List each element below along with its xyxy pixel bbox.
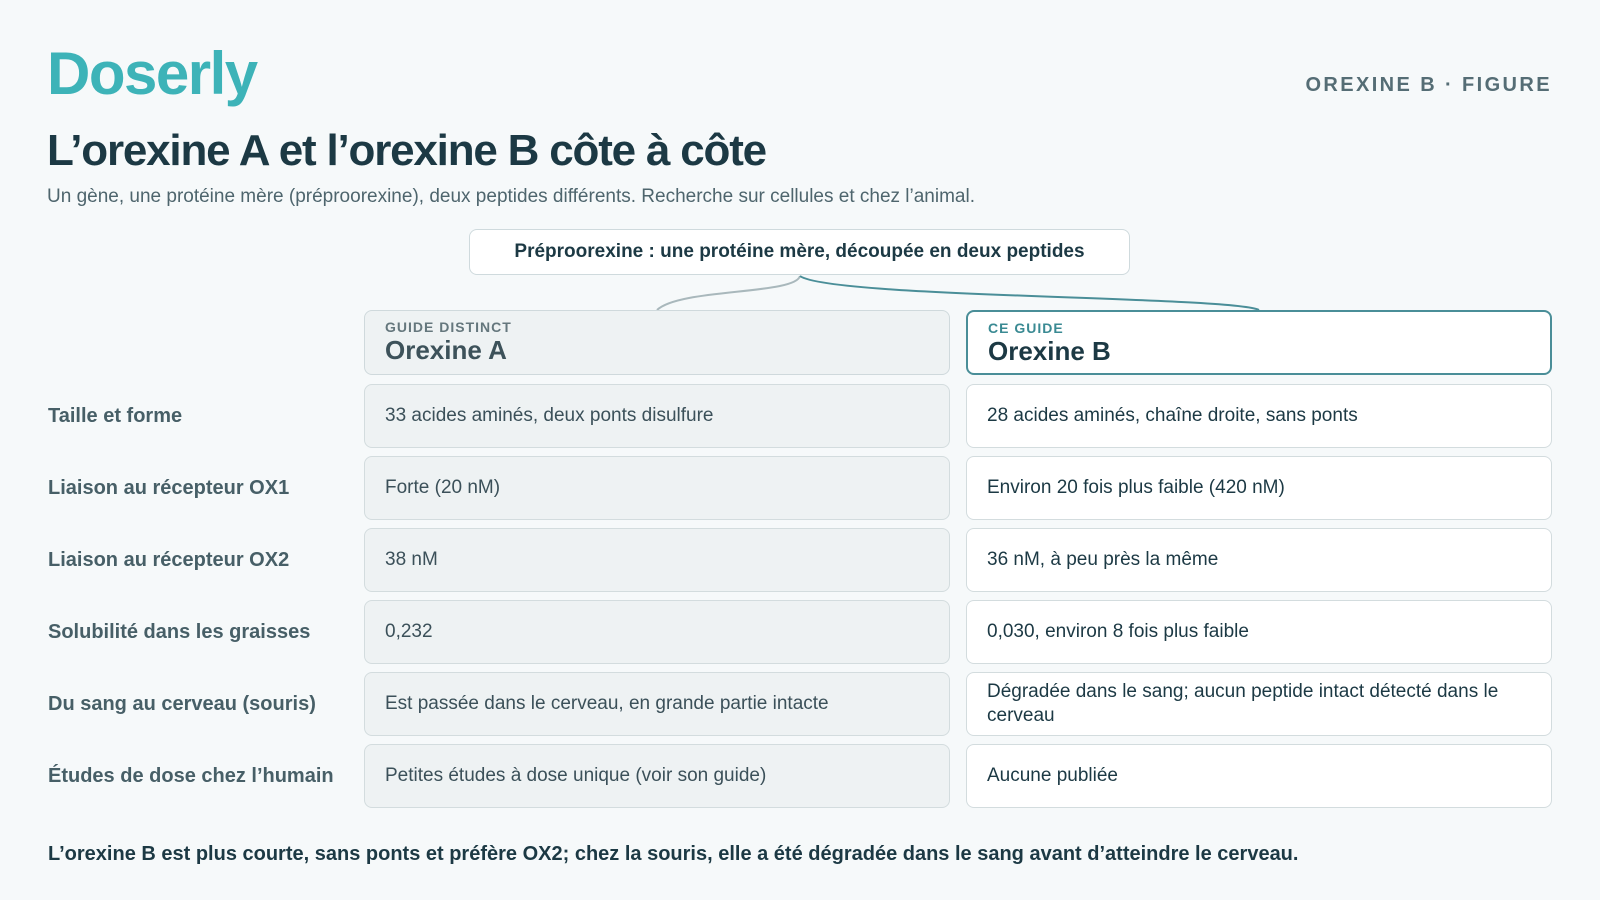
row-label: Solubilité dans les graisses bbox=[48, 621, 311, 643]
row-label: Du sang au cerveau (souris) bbox=[48, 693, 316, 715]
connector-to-orexine-b bbox=[799, 275, 1260, 311]
column-kicker: CE GUIDE bbox=[988, 320, 1064, 336]
cell-orexine-b: 36 nM, à peu près la même bbox=[966, 528, 1552, 592]
cell-orexine-b: 0,030, environ 8 fois plus faible bbox=[966, 600, 1552, 664]
row-label: Taille et forme bbox=[48, 405, 183, 427]
column-header-orexine-a: GUIDE DISTINCT Orexine A bbox=[364, 310, 950, 375]
cell-orexine-a: 0,232 bbox=[364, 600, 950, 664]
conclusion-text: L’orexine B est plus courte, sans ponts … bbox=[48, 843, 1299, 865]
cell-orexine-b: 28 acides aminés, chaîne droite, sans po… bbox=[966, 384, 1552, 448]
connector-to-orexine-a bbox=[656, 275, 801, 311]
column-kicker: GUIDE DISTINCT bbox=[385, 319, 512, 335]
cell-orexine-b: Aucune publiée bbox=[966, 744, 1552, 808]
cell-orexine-a: Est passée dans le cerveau, en grande pa… bbox=[364, 672, 950, 736]
column-header-orexine-b: CE GUIDE Orexine B bbox=[966, 310, 1552, 375]
cell-orexine-a: Petites études à dose unique (voir son g… bbox=[364, 744, 950, 808]
row-label: Liaison au récepteur OX2 bbox=[48, 549, 290, 571]
column-name: Orexine A bbox=[385, 335, 507, 365]
row-label: Liaison au récepteur OX1 bbox=[48, 477, 290, 499]
row-label: Études de dose chez l’humain bbox=[48, 765, 334, 787]
cell-orexine-b: Dégradée dans le sang; aucun peptide int… bbox=[966, 672, 1552, 736]
cell-orexine-a: 33 acides aminés, deux ponts disulfure bbox=[364, 384, 950, 448]
cell-orexine-a: Forte (20 nM) bbox=[364, 456, 950, 520]
column-name: Orexine B bbox=[988, 336, 1111, 366]
cell-orexine-a: 38 nM bbox=[364, 528, 950, 592]
cell-orexine-b: Environ 20 fois plus faible (420 nM) bbox=[966, 456, 1552, 520]
